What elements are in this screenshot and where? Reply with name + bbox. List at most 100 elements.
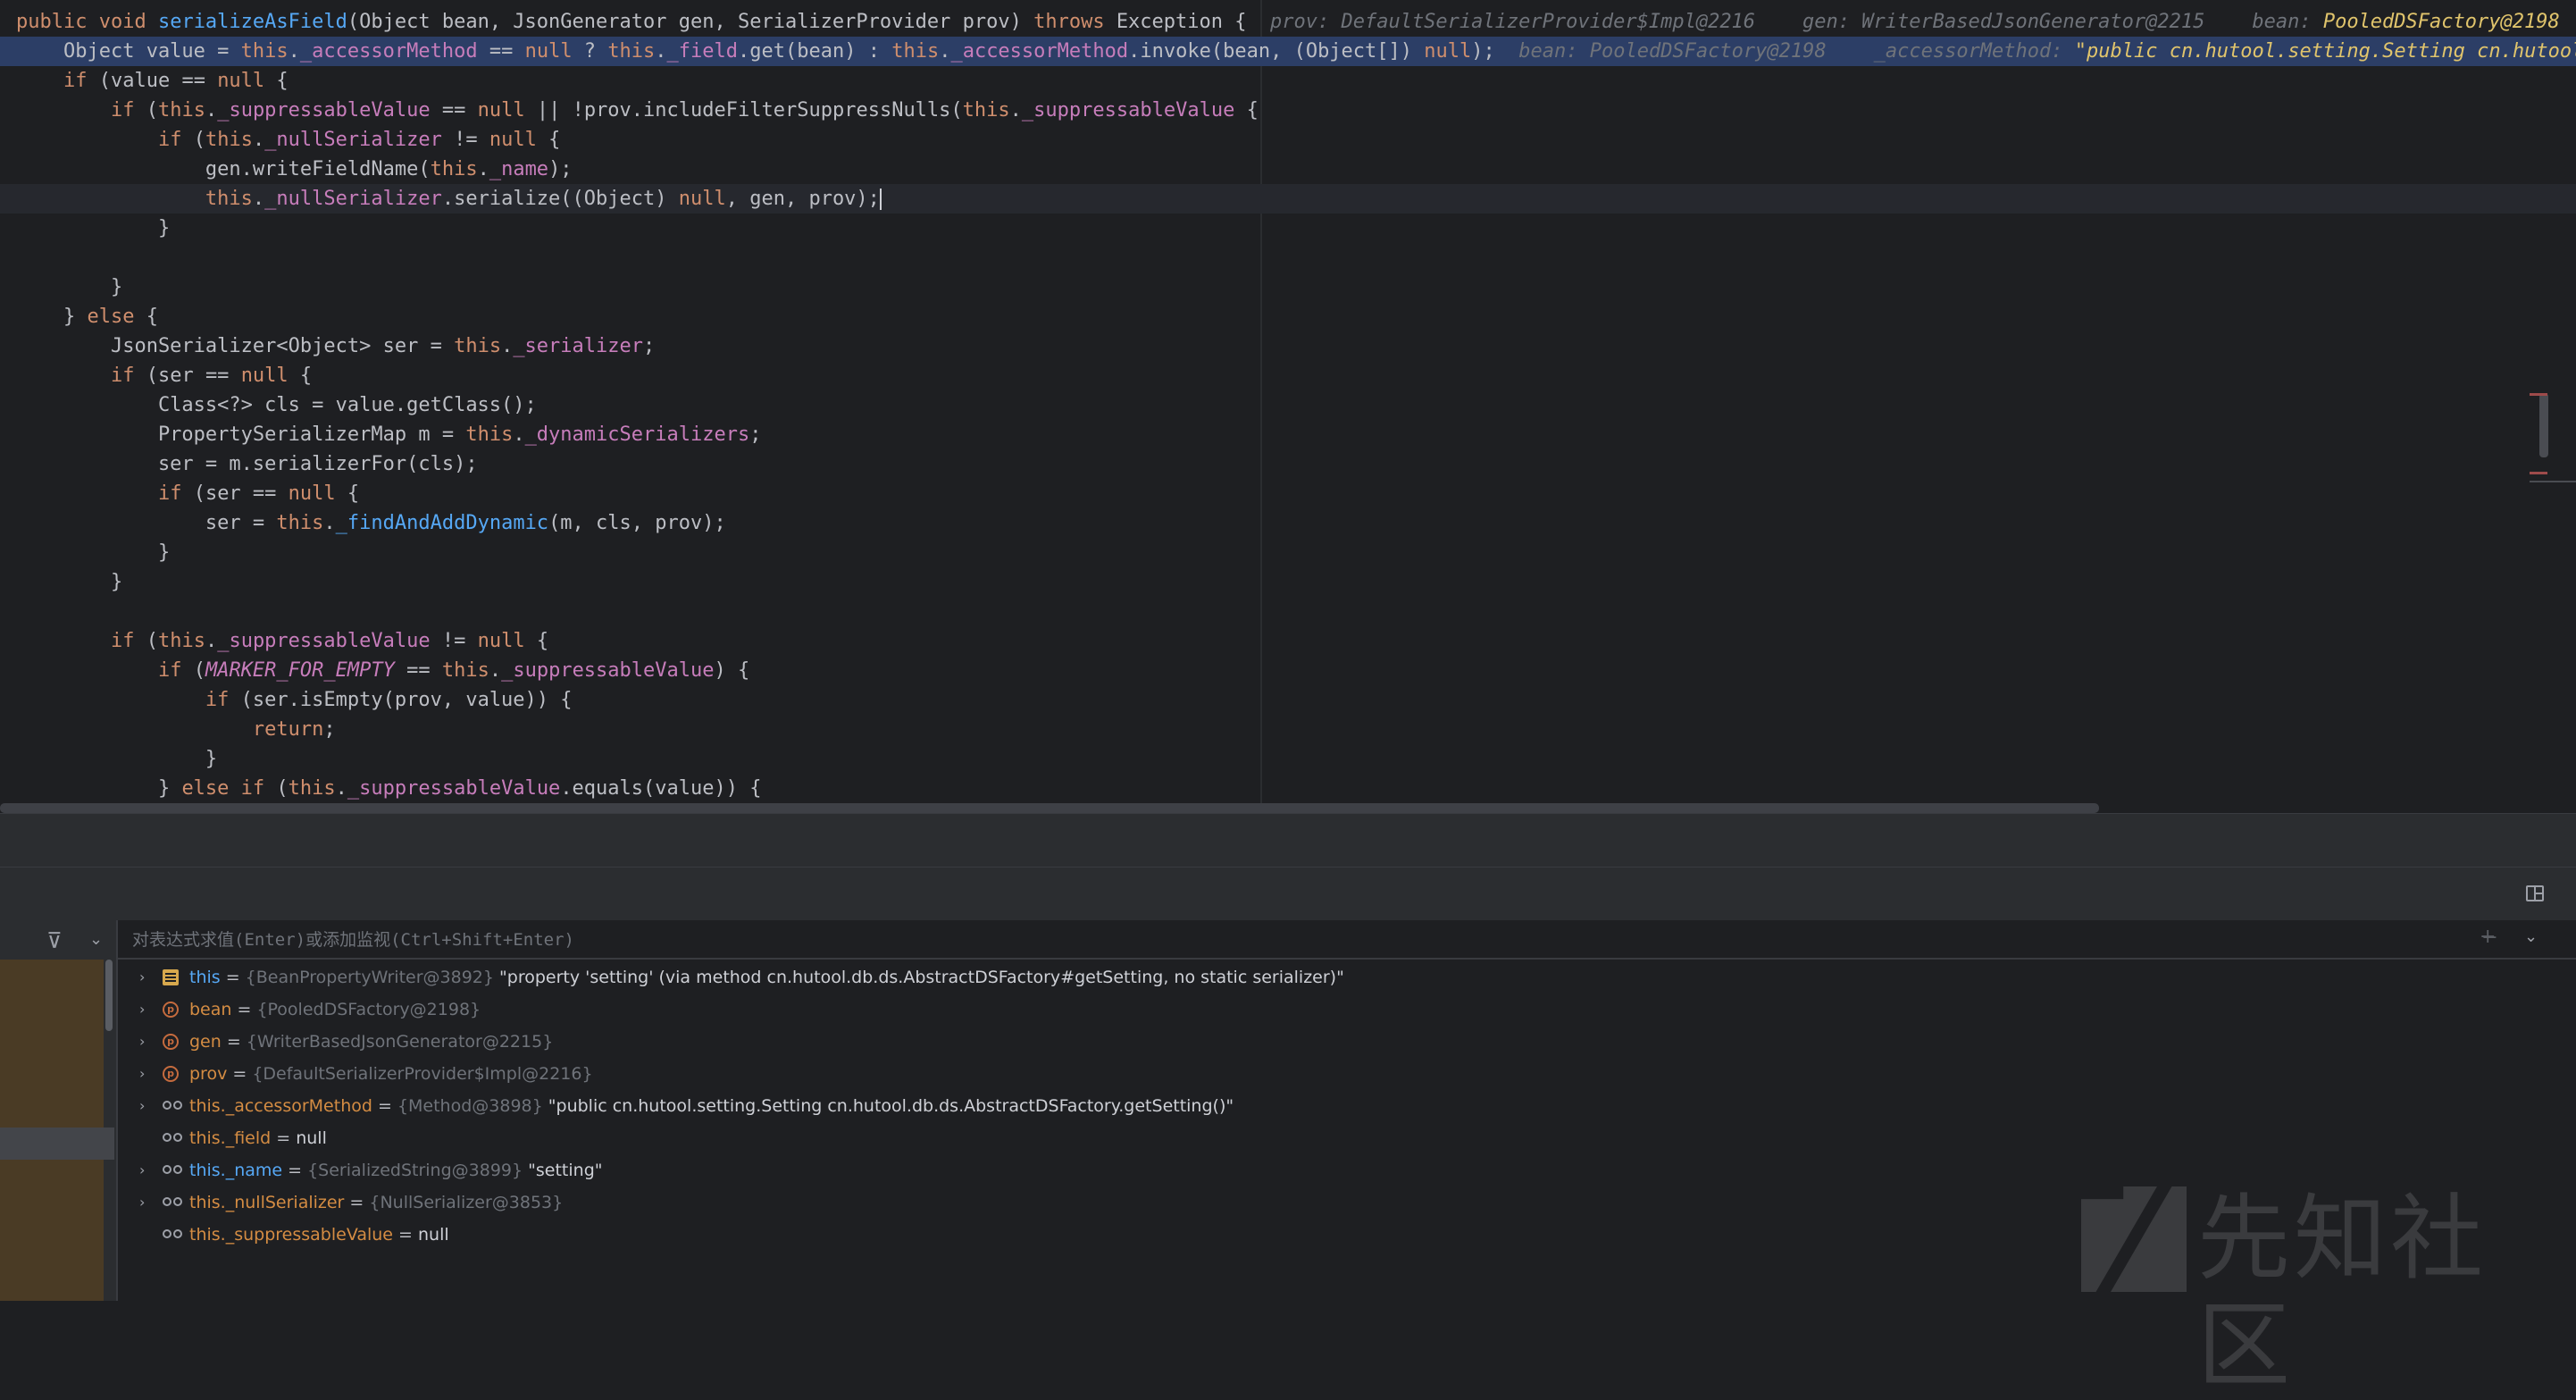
filter-icon[interactable]: ⊽: [46, 928, 63, 953]
variable-value: "property 'setting' (via method cn.hutoo…: [499, 968, 1344, 987]
variable-row[interactable]: › this._accessorMethod = {Method@3898} "p…: [118, 1090, 2576, 1122]
code-line[interactable]: }: [0, 538, 2576, 567]
code-line[interactable]: this._nullSerializer.serialize((Object) …: [0, 184, 2576, 214]
code-line[interactable]: PropertySerializerMap m = this._dynamicS…: [0, 420, 2576, 449]
code-token: MARKER_FOR_EMPTY: [205, 659, 395, 682]
variable-row[interactable]: › this = {BeanPropertyWriter@3892} "prope…: [118, 961, 2576, 993]
chevron-right-icon[interactable]: ›: [139, 1090, 157, 1122]
equals-sign: =: [271, 1128, 297, 1148]
code-text: if (this._nullSerializer != null {: [16, 125, 560, 155]
variable-row[interactable]: › p prov = {DefaultSerializerProvider$Impl…: [118, 1058, 2576, 1090]
variable-name: this._name: [189, 1161, 283, 1180]
code-token: Object value =: [16, 40, 241, 63]
code-line[interactable]: }: [0, 214, 2576, 243]
code-line[interactable]: if (value == null {: [0, 66, 2576, 96]
code-token: return: [252, 718, 324, 741]
equals-sign: =: [344, 1193, 370, 1212]
variable-row[interactable]: › p gen = {WriterBasedJsonGenerator@2215}: [118, 1026, 2576, 1058]
frames-scrollbar[interactable]: [105, 960, 113, 1031]
code-token: ;: [643, 335, 656, 357]
code-token: ser =: [16, 512, 277, 534]
code-token: else: [87, 306, 135, 328]
code-token: _accessorMethod: [950, 40, 1129, 63]
variable-type: {Method@3898}: [397, 1096, 548, 1116]
code-token: (: [134, 630, 158, 652]
code-line[interactable]: if (ser.isEmpty(prov, value)) {: [0, 685, 2576, 715]
variable-row[interactable]: this._field = null: [118, 1122, 2576, 1154]
this-icon: [163, 969, 179, 985]
code-token: if: [157, 129, 182, 151]
code-line[interactable]: return;: [0, 715, 2576, 744]
code-line[interactable]: }: [0, 272, 2576, 302]
execution-line[interactable]: Object value = this._accessorMethod == n…: [0, 37, 2576, 66]
layout-settings-icon[interactable]: [2526, 885, 2544, 901]
equals-sign: =: [372, 1096, 397, 1116]
code-token: if: [110, 99, 135, 122]
code-text: if (ser.isEmpty(prov, value)) {: [16, 685, 573, 715]
code-token: this: [205, 129, 253, 151]
chevron-down-icon[interactable]: ⌄: [89, 930, 103, 949]
variable-value: "public cn.hutool.setting.Setting cn.hut…: [548, 1096, 1234, 1116]
chevron-right-icon[interactable]: ›: [139, 1058, 157, 1090]
code-token: .: [939, 40, 951, 63]
variable-text: gen = {WriterBasedJsonGenerator@2215}: [189, 1026, 553, 1058]
chevron-right-icon[interactable]: ›: [139, 961, 157, 993]
code-token: ) {: [714, 659, 750, 682]
code-line[interactable]: ser = this._findAndAddDynamic(m, cls, pr…: [0, 508, 2576, 538]
code-text: }: [16, 272, 122, 302]
code-token: _nullSerializer: [264, 129, 442, 151]
selected-frame[interactable]: [0, 1128, 114, 1160]
evaluate-expression-input[interactable]: [130, 925, 2456, 955]
code-line[interactable]: } else {: [0, 302, 2576, 331]
chevron-down-icon[interactable]: ⌄: [2524, 927, 2538, 946]
inline-debug-value: "public cn.hutool.setting.Setting cn.hut…: [2074, 40, 2576, 63]
chevron-right-icon[interactable]: ›: [139, 993, 157, 1026]
code-line[interactable]: if (this._suppressableValue == null || !…: [0, 96, 2576, 125]
frames-list[interactable]: [0, 960, 104, 1153]
chevron-right-icon[interactable]: ›: [139, 1186, 157, 1219]
chevron-right-icon[interactable]: ›: [139, 1026, 157, 1058]
code-line[interactable]: }: [0, 567, 2576, 597]
variable-text: this._name = {SerializedString@3899} "se…: [189, 1154, 603, 1186]
code-line[interactable]: public void serializeAsField(Object bean…: [0, 7, 2576, 37]
code-line[interactable]: } else if (this._suppressableValue.equal…: [0, 774, 2576, 803]
code-line[interactable]: JsonSerializer<Object> ser = this._seria…: [0, 331, 2576, 361]
code-token: _nullSerializer: [264, 188, 442, 210]
code-line[interactable]: }: [0, 744, 2576, 774]
code-token: JsonSerializer<Object> ser =: [16, 335, 455, 357]
code-line[interactable]: if (this._suppressableValue != null {: [0, 626, 2576, 656]
code-line[interactable]: [0, 243, 2576, 272]
code-line[interactable]: if (MARKER_FOR_EMPTY == this._suppressab…: [0, 656, 2576, 685]
frames-list[interactable]: [0, 1153, 104, 1301]
code-line[interactable]: ser = m.serializerFor(cls);: [0, 449, 2576, 479]
error-marker: [2530, 393, 2547, 396]
code-editor[interactable]: public void serializeAsField(Object bean…: [0, 0, 2576, 813]
code-line[interactable]: Class<?> cls = value.getClass();: [0, 390, 2576, 420]
chevron-right-icon[interactable]: ›: [139, 1154, 157, 1186]
code-text: }: [16, 214, 170, 243]
code-token: _suppressableValue: [217, 630, 431, 652]
code-line[interactable]: if (ser == null {: [0, 479, 2576, 508]
variable-text: bean = {PooledDSFactory@2198}: [189, 993, 481, 1026]
vertical-scrollbar-thumb[interactable]: [2539, 393, 2548, 457]
code-token: (value ==: [87, 70, 218, 92]
code-token: if: [205, 689, 230, 711]
code-text: this._nullSerializer.serialize((Object) …: [16, 184, 882, 214]
code-line[interactable]: gen.writeFieldName(this._name);: [0, 155, 2576, 184]
variable-row[interactable]: › p bean = {PooledDSFactory@2198}: [118, 993, 2576, 1026]
code-token: {: [536, 129, 561, 151]
code-token: || !prov.includeFilterSuppressNulls(: [524, 99, 963, 122]
code-token: this: [607, 40, 656, 63]
add-watch-icon[interactable]: +̶: [2480, 926, 2496, 948]
code-line[interactable]: [0, 597, 2576, 626]
horizontal-scrollbar[interactable]: [0, 803, 2099, 813]
debug-tool-header: [0, 867, 2576, 921]
code-token: .: [252, 129, 265, 151]
code-line[interactable]: if (ser == null {: [0, 361, 2576, 390]
code-line[interactable]: if (this._nullSerializer != null {: [0, 125, 2576, 155]
equals-sign: =: [220, 968, 246, 987]
